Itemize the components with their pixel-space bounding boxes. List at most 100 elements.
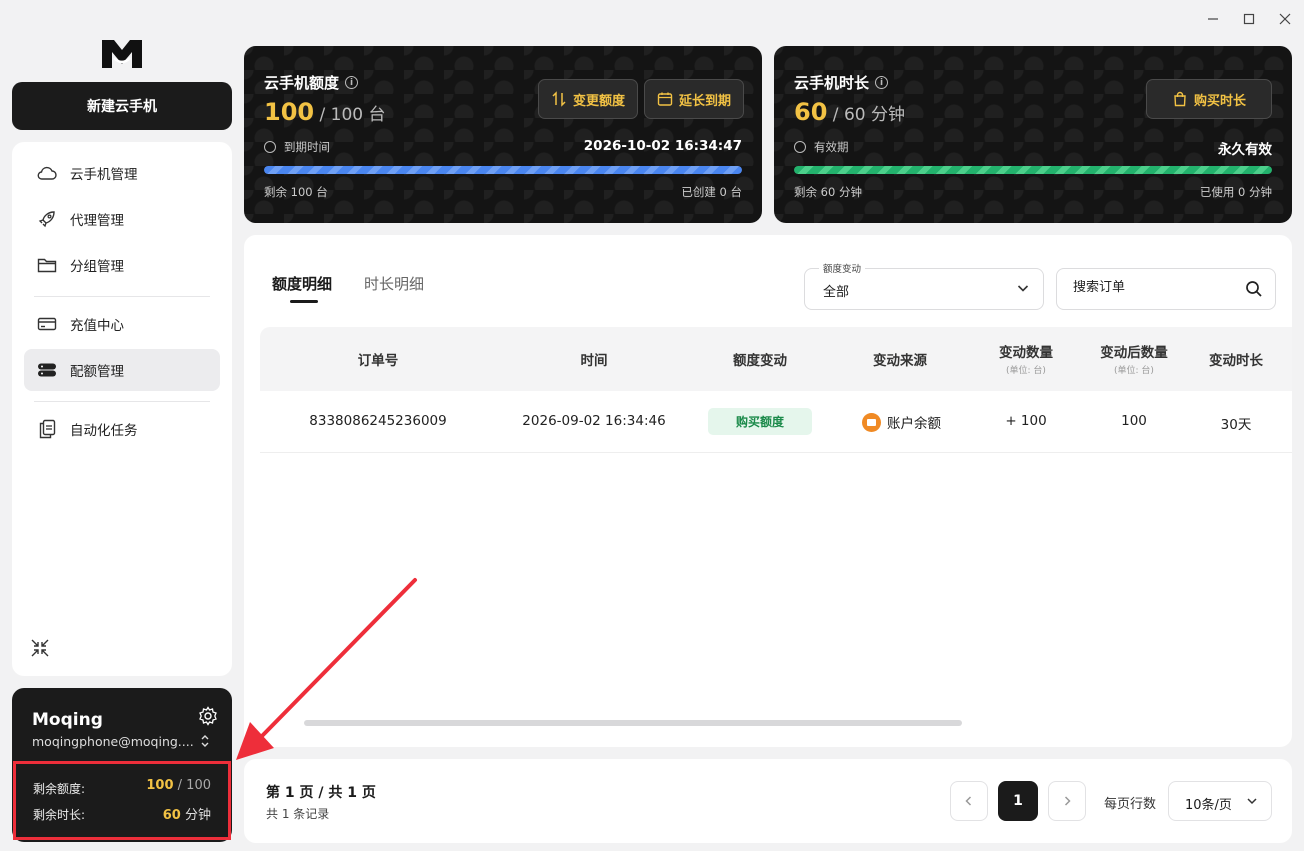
col-source: 变动来源 xyxy=(873,353,927,369)
used-time: 已使用 0 分钟 xyxy=(1199,185,1272,199)
user-email: moqingphone@moqing.... xyxy=(32,734,194,749)
chevron-down-icon xyxy=(1247,798,1257,805)
search-box xyxy=(1056,268,1276,310)
clock-icon xyxy=(264,141,276,153)
nav-divider xyxy=(34,401,210,402)
close-icon[interactable] xyxy=(1274,8,1296,30)
user-card: Moqing moqingphone@moqing.... 剩余额度: 100 … xyxy=(12,688,232,842)
cloud-icon xyxy=(36,162,58,184)
quota-progress-fill xyxy=(264,166,742,174)
tab-time-details[interactable]: 时长明细 xyxy=(364,273,424,294)
quota-progress-bar xyxy=(264,166,742,174)
status-badge: 购买额度 xyxy=(708,408,812,435)
folder-icon xyxy=(36,254,58,276)
rocket-icon xyxy=(36,208,58,230)
sidebar-item-recharge[interactable]: 充值中心 xyxy=(24,303,220,345)
sidebar-item-proxy[interactable]: 代理管理 xyxy=(24,198,220,240)
user-name: Moqing xyxy=(32,710,103,730)
info-icon[interactable]: i xyxy=(345,76,359,89)
sidebar-item-label: 分组管理 xyxy=(70,259,124,275)
col-order: 订单号 xyxy=(357,353,399,369)
server-icon xyxy=(36,359,58,381)
time-progress-fill xyxy=(794,166,1272,174)
time-card-title: 云手机时长 i xyxy=(794,72,889,93)
filter-label: 额度变动 xyxy=(819,261,866,275)
cell-after: 100 xyxy=(1121,413,1147,429)
gear-icon[interactable] xyxy=(198,706,218,726)
time-card: 云手机时长 i 60 / 60 分钟 购买时长 有效期 永久有效 剩余 60 分… xyxy=(774,46,1292,223)
remaining-quota-value: 100 / 100 xyxy=(146,778,211,793)
quota-amount: 100 / 100 台 xyxy=(264,98,386,126)
chevron-right-icon xyxy=(1064,796,1071,806)
next-page-button[interactable] xyxy=(1048,781,1086,821)
time-progress-bar xyxy=(794,166,1272,174)
chevron-left-icon xyxy=(965,796,972,806)
sidebar-item-label: 代理管理 xyxy=(70,213,124,229)
remaining-quota-label: 剩余额度: xyxy=(33,782,86,796)
cell-time: 2026-09-02 16:34:46 xyxy=(522,413,666,429)
nav-divider xyxy=(34,296,210,297)
valid-label: 有效期 xyxy=(794,139,849,155)
filter-value: 全部 xyxy=(823,285,850,300)
sidebar-item-label: 自动化任务 xyxy=(70,423,138,439)
maximize-icon[interactable] xyxy=(1238,8,1260,30)
cell-source: 账户余额 xyxy=(862,412,941,432)
quota-card: 云手机额度 i 100 / 100 台 变更额度 延长到期 到期时间 2026-… xyxy=(244,46,762,223)
quota-card-title: 云手机额度 i xyxy=(264,72,359,93)
cell-duration: 30天 xyxy=(1220,417,1252,433)
cell-qty: + 100 xyxy=(1005,413,1047,429)
col-qty: 变动数量 (单位: 台) xyxy=(999,345,1053,376)
quota-change-filter[interactable]: 额度变动 全部 xyxy=(804,261,1044,310)
remaining-time-value: 60 分钟 xyxy=(162,808,211,823)
shopping-bag-icon xyxy=(1174,91,1186,107)
minimize-icon[interactable] xyxy=(1202,8,1224,30)
expire-date: 2026-10-02 16:34:47 xyxy=(583,138,742,154)
time-amount: 60 / 60 分钟 xyxy=(794,98,905,126)
expire-label: 到期时间 xyxy=(264,139,330,155)
card-icon xyxy=(36,313,58,335)
page-number-button[interactable]: 1 xyxy=(998,781,1038,821)
buy-time-button[interactable]: 购买时长 xyxy=(1146,79,1272,119)
change-quota-button[interactable]: 变更额度 xyxy=(538,79,639,119)
sidebar-item-label: 充值中心 xyxy=(70,318,124,334)
quota-table: 订单号 时间 额度变动 变动来源 变动数量 (单位: 台) 变动后数量 (单位: 台… xyxy=(260,327,1292,453)
col-after: 变动后数量 (单位: 台) xyxy=(1100,345,1168,376)
sidebar-item-groups[interactable]: 分组管理 xyxy=(24,244,220,286)
window-controls xyxy=(1202,8,1296,30)
clipboard-icon xyxy=(36,418,58,440)
sidebar-nav: 云手机管理 代理管理 分组管理 充值中心 配额管理 自动化任务 xyxy=(12,142,232,676)
col-time: 时间 xyxy=(580,353,608,369)
extend-expiry-button[interactable]: 延长到期 xyxy=(644,79,745,119)
pagination: 第 1 页 / 共 1 页 共 1 条记录 1 每页行数 10条/页 xyxy=(244,759,1292,843)
highlight-box: 剩余额度: 100 / 100 剩余时长: 60 分钟 xyxy=(13,761,231,840)
search-input[interactable] xyxy=(1073,280,1233,295)
new-cloud-phone-button[interactable]: 新建云手机 xyxy=(12,82,232,130)
sidebar-item-label: 配额管理 xyxy=(70,364,124,380)
tab-quota-details[interactable]: 额度明细 xyxy=(272,273,332,294)
sidebar-item-cloud-phones[interactable]: 云手机管理 xyxy=(24,152,220,194)
per-page-label: 每页行数 xyxy=(1104,797,1157,812)
collapse-sidebar-icon[interactable] xyxy=(30,638,50,658)
account-switch-icon[interactable] xyxy=(200,734,210,751)
clock-icon xyxy=(794,141,806,153)
col-duration: 变动时长 xyxy=(1209,353,1263,369)
table-header: 订单号 时间 额度变动 变动来源 变动数量 (单位: 台) 变动后数量 (单位: 台… xyxy=(260,327,1292,391)
search-icon[interactable] xyxy=(1245,280,1263,298)
col-change: 额度变动 xyxy=(733,353,787,369)
swap-icon xyxy=(552,91,566,107)
app-logo xyxy=(100,36,144,72)
sidebar-item-quota[interactable]: 配额管理 xyxy=(24,349,220,391)
horizontal-scrollbar[interactable] xyxy=(304,720,962,726)
valid-value: 永久有效 xyxy=(1218,142,1272,158)
record-count: 共 1 条记录 xyxy=(266,807,330,821)
remaining-time: 剩余 60 分钟 xyxy=(794,185,862,199)
table-row[interactable]: 8338086245236009 2026-09-02 16:34:46 购买额… xyxy=(260,391,1292,453)
calendar-icon xyxy=(657,92,673,106)
chevron-down-icon xyxy=(1017,285,1029,292)
sidebar-item-automation[interactable]: 自动化任务 xyxy=(24,408,220,450)
cell-order: 8338086245236009 xyxy=(309,413,447,429)
info-icon[interactable]: i xyxy=(875,76,889,89)
created-count: 已创建 0 台 xyxy=(681,185,742,199)
per-page-select[interactable]: 10条/页 xyxy=(1168,781,1272,821)
prev-page-button[interactable] xyxy=(950,781,988,821)
